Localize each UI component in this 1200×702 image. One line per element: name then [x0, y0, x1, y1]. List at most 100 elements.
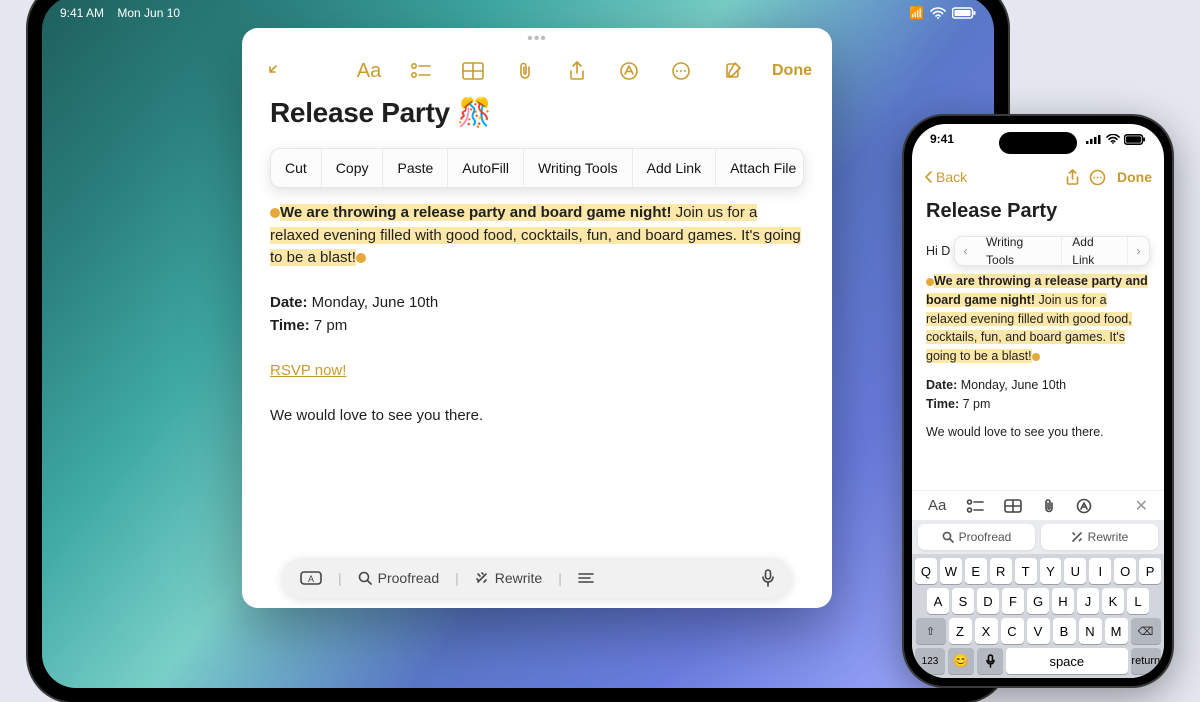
ipad-status-time: 9:41 AM	[60, 6, 104, 20]
done-button[interactable]: Done	[1117, 169, 1152, 185]
key-w[interactable]: W	[940, 558, 962, 584]
key-x[interactable]: X	[975, 618, 998, 644]
keyboard-row-2: A S D F G H J K L	[915, 588, 1161, 614]
key-a[interactable]: A	[927, 588, 949, 614]
key-l[interactable]: L	[1127, 588, 1149, 614]
context-writing-tools[interactable]: Writing Tools	[524, 149, 633, 187]
compose-icon[interactable]	[720, 58, 746, 84]
key-p[interactable]: P	[1139, 558, 1161, 584]
context-autofill[interactable]: AutoFill	[448, 149, 524, 187]
rewrite-tab[interactable]: Rewrite	[1041, 524, 1158, 550]
key-numbers[interactable]: 123	[915, 648, 945, 674]
key-q[interactable]: Q	[915, 558, 937, 584]
key-k[interactable]: K	[1102, 588, 1124, 614]
context-writing-tools[interactable]: Writing Tools	[976, 237, 1062, 265]
rsvp-link[interactable]: RSVP now!	[270, 362, 346, 379]
iphone-status-time: 9:41	[930, 132, 954, 146]
share-icon[interactable]	[564, 58, 590, 84]
writing-tools-tabs: Proofread Rewrite	[912, 520, 1164, 554]
dictation-icon[interactable]	[762, 569, 774, 587]
key-t[interactable]: T	[1015, 558, 1037, 584]
selection-start-handle[interactable]	[270, 208, 280, 218]
key-s[interactable]: S	[952, 588, 974, 614]
context-add-link[interactable]: Add Link	[1062, 237, 1128, 265]
close-icon[interactable]: ✕	[1135, 496, 1148, 516]
key-v[interactable]: V	[1027, 618, 1050, 644]
key-c[interactable]: C	[1001, 618, 1024, 644]
key-n[interactable]: N	[1079, 618, 1102, 644]
back-button[interactable]: Back	[924, 169, 967, 185]
key-o[interactable]: O	[1114, 558, 1136, 584]
text-style-button[interactable]: Aa	[928, 497, 946, 514]
notes-toolbar: Aa	[242, 48, 832, 92]
done-button[interactable]: Done	[772, 62, 812, 80]
key-backspace[interactable]: ⌫	[1131, 618, 1161, 644]
context-cut[interactable]: Cut	[271, 149, 322, 187]
list-options-icon[interactable]	[578, 572, 594, 584]
key-space[interactable]: space	[1006, 648, 1128, 674]
ipad-screen: 9:41 AM Mon Jun 10 📶 •••	[42, 0, 994, 688]
key-r[interactable]: R	[990, 558, 1012, 584]
key-h[interactable]: H	[1052, 588, 1074, 614]
table-icon[interactable]	[460, 58, 486, 84]
markup-icon[interactable]	[616, 58, 642, 84]
key-e[interactable]: E	[965, 558, 987, 584]
key-i[interactable]: I	[1089, 558, 1111, 584]
more-icon[interactable]	[668, 58, 694, 84]
key-j[interactable]: J	[1077, 588, 1099, 614]
selection-end-handle[interactable]	[1032, 353, 1040, 361]
selection-end-handle[interactable]	[356, 253, 366, 263]
note-closing: We would love to see you there.	[926, 423, 1150, 442]
signal-icon: 📶	[909, 6, 924, 20]
key-m[interactable]: M	[1105, 618, 1128, 644]
keyboard-mode-icon[interactable]: A	[300, 569, 322, 587]
note-body[interactable]: Release Party 🎊 Cut Copy Paste AutoFill …	[242, 92, 832, 427]
more-icon[interactable]	[1089, 169, 1113, 186]
writing-tools-bar: A | Proofread | Rewrite |	[282, 558, 792, 598]
rewrite-button[interactable]: Rewrite	[475, 570, 542, 586]
context-copy[interactable]: Copy	[322, 149, 384, 187]
notes-window: ••• Aa	[242, 28, 832, 608]
key-g[interactable]: G	[1027, 588, 1049, 614]
key-z[interactable]: Z	[949, 618, 972, 644]
window-grabber-icon[interactable]: •••	[527, 28, 547, 48]
wifi-icon	[930, 7, 946, 19]
keyboard[interactable]: Q W E R T Y U I O P A S D F G H J K L	[912, 554, 1164, 678]
battery-icon	[952, 7, 976, 19]
ipad-status-right: 📶	[909, 6, 976, 20]
keyboard-row-3: ⇧ Z X C V B N M ⌫	[915, 618, 1161, 644]
attachment-icon[interactable]	[512, 58, 538, 84]
context-add-link[interactable]: Add Link	[633, 149, 716, 187]
collapse-icon[interactable]	[258, 58, 284, 84]
key-b[interactable]: B	[1053, 618, 1076, 644]
checklist-icon[interactable]	[966, 498, 984, 514]
key-shift[interactable]: ⇧	[916, 618, 946, 644]
note-date-line: Date: Monday, June 10th	[270, 292, 804, 315]
note-time-line: Time: 7 pm	[270, 315, 804, 338]
key-f[interactable]: F	[1002, 588, 1024, 614]
context-prev-icon[interactable]: ‹	[955, 242, 976, 260]
context-paste[interactable]: Paste	[383, 149, 448, 187]
proofread-button[interactable]: Proofread	[358, 570, 439, 586]
attachment-icon[interactable]	[1042, 498, 1056, 514]
checklist-icon[interactable]	[408, 58, 434, 84]
table-icon[interactable]	[1004, 499, 1022, 513]
key-y[interactable]: Y	[1040, 558, 1062, 584]
key-return[interactable]: return	[1131, 648, 1161, 674]
key-emoji[interactable]: 😊	[948, 648, 974, 674]
selection-start-handle[interactable]	[926, 278, 934, 286]
context-attach-file[interactable]: Attach File	[716, 149, 804, 187]
signal-icon	[1086, 134, 1102, 144]
ipad-device: 9:41 AM Mon Jun 10 📶 •••	[28, 0, 1008, 702]
proofread-tab[interactable]: Proofread	[918, 524, 1035, 550]
context-next-icon[interactable]: ›	[1128, 242, 1149, 260]
key-d[interactable]: D	[977, 588, 999, 614]
ipad-status-date: Mon Jun 10	[117, 6, 180, 20]
text-style-button[interactable]: Aa	[356, 58, 382, 84]
key-dictation[interactable]	[977, 648, 1003, 674]
context-menu: ‹ Writing Tools Add Link ›	[954, 236, 1150, 266]
key-u[interactable]: U	[1064, 558, 1086, 584]
keyboard-row-4: 123 😊 space return	[915, 648, 1161, 674]
share-icon[interactable]	[1065, 169, 1089, 186]
markup-icon[interactable]	[1076, 498, 1092, 514]
